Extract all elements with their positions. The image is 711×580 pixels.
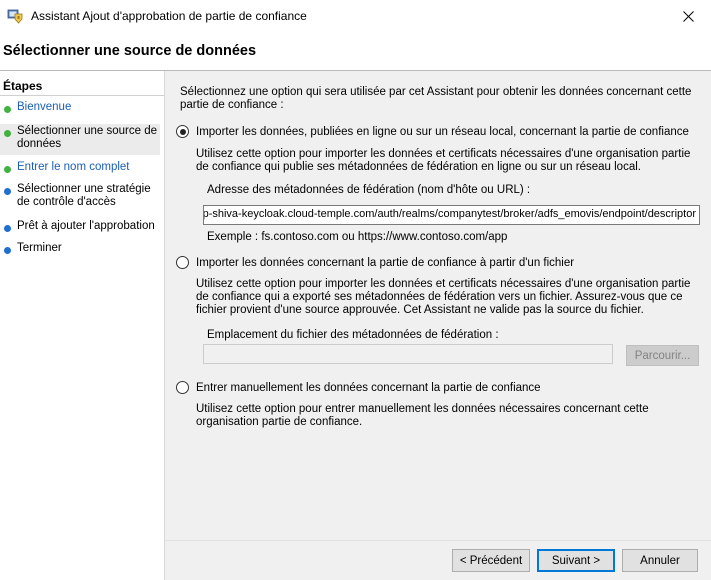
step-label: Terminer <box>17 242 62 254</box>
step-label: Prêt à ajouter l'approbation <box>17 220 155 232</box>
option-manual-description: Utilisez cette option pour entrer manuel… <box>196 403 649 428</box>
metadata-file-label: Emplacement du fichier des métadonnées d… <box>207 329 499 341</box>
option-online-description: Utilisez cette option pour importer les … <box>196 148 691 173</box>
option-online-radio[interactable] <box>176 125 189 138</box>
adfs-app-icon <box>7 9 23 24</box>
steps-heading: Étapes <box>3 79 43 93</box>
steps-panel: Étapes Bienvenue Sélectionner une source… <box>0 71 164 580</box>
browse-button: Parcourir... <box>626 345 699 366</box>
step-label: Sélectionner une source de données <box>17 125 158 150</box>
metadata-address-value: https://p-shiva-keycloak.cloud-temple.co… <box>203 208 696 220</box>
status-dot-icon <box>4 247 11 254</box>
previous-button[interactable]: < Précédent <box>452 549 530 572</box>
option-manual-row[interactable]: Entrer manuellement les données concerna… <box>176 381 541 394</box>
steps-heading-divider <box>0 95 164 96</box>
step-item-ready-to-add: Prêt à ajouter l'approbation <box>0 220 160 233</box>
step-item-enter-display-name[interactable]: Entrer le nom complet <box>0 161 160 174</box>
main-content: Sélectionnez une option qui sera utilisé… <box>165 71 711 580</box>
metadata-address-input[interactable]: https://p-shiva-keycloak.cloud-temple.co… <box>203 205 700 225</box>
option-online-row[interactable]: Importer les données, publiées en ligne … <box>176 125 689 138</box>
step-item-finish: Terminer <box>0 242 160 255</box>
step-item-access-control-policy: Sélectionner une stratégie de contrôle d… <box>0 183 160 209</box>
page-title: Sélectionner une source de données <box>3 43 257 59</box>
next-button[interactable]: Suivant > <box>537 549 615 572</box>
option-file-label[interactable]: Importer les données concernant la parti… <box>196 257 574 269</box>
status-dot-icon <box>4 188 11 195</box>
title-bar: Assistant Ajout d'approbation de partie … <box>0 0 711 32</box>
option-file-row[interactable]: Importer les données concernant la parti… <box>176 256 574 269</box>
status-dot-icon <box>4 166 11 173</box>
option-file-radio[interactable] <box>176 256 189 269</box>
metadata-address-example: Exemple : fs.contoso.com ou https://www.… <box>207 231 508 243</box>
metadata-address-label: Adresse des métadonnées de fédération (n… <box>207 184 531 196</box>
option-online-label[interactable]: Importer les données, publiées en ligne … <box>196 126 689 138</box>
close-icon <box>682 10 694 22</box>
step-label: Sélectionner une stratégie de contrôle d… <box>17 183 151 208</box>
option-file-description: Utilisez cette option pour importer les … <box>196 278 691 316</box>
footer-divider <box>165 540 711 541</box>
option-manual-label[interactable]: Entrer manuellement les données concerna… <box>196 382 541 394</box>
intro-text: Sélectionnez une option qui sera utilisé… <box>180 86 692 111</box>
step-item-select-data-source[interactable]: Sélectionner une source de données <box>0 124 160 155</box>
status-dot-icon <box>4 225 11 232</box>
option-manual-radio[interactable] <box>176 381 189 394</box>
status-dot-icon <box>4 130 11 137</box>
step-item-bienvenue[interactable]: Bienvenue <box>0 101 160 114</box>
close-button[interactable] <box>665 0 711 32</box>
wizard-window: Assistant Ajout d'approbation de partie … <box>0 0 711 580</box>
cancel-button[interactable]: Annuler <box>622 549 698 572</box>
metadata-file-input <box>203 344 613 364</box>
step-label: Bienvenue <box>17 101 72 113</box>
status-dot-icon <box>4 106 11 113</box>
step-label: Entrer le nom complet <box>17 161 130 173</box>
window-title: Assistant Ajout d'approbation de partie … <box>31 9 307 23</box>
